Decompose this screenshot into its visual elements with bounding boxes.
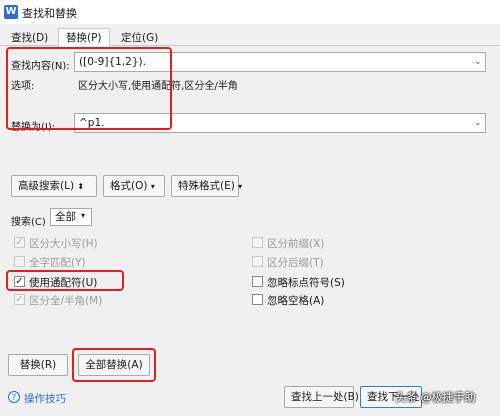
match-case-checkbox[interactable]: ✓ xyxy=(14,237,25,248)
prefix-label: 区分前缀(X) xyxy=(267,238,325,250)
chevron-down-icon[interactable]: ⌄ xyxy=(474,118,482,128)
tab-goto[interactable]: 定位(G) xyxy=(113,28,166,46)
help-icon[interactable]: ? xyxy=(8,391,20,403)
chevron-down-icon[interactable]: ⌄ xyxy=(474,57,482,67)
match-case-label: 区分大小写(H) xyxy=(29,238,98,250)
format-button[interactable]: 格式(O) ▾ xyxy=(103,175,165,197)
dropdown-triangle-icon: ▾ xyxy=(150,182,155,191)
format-label: 格式(O) xyxy=(110,180,148,192)
help-tips-link[interactable]: 操作技巧 xyxy=(24,391,66,406)
highlight-box xyxy=(6,47,172,130)
ignore-punctuation-checkbox[interactable] xyxy=(252,276,263,287)
wps-writer-icon: W xyxy=(4,5,18,19)
highlight-box xyxy=(6,270,124,291)
window-title: 查找和替换 xyxy=(22,7,77,20)
suffix-checkbox[interactable] xyxy=(252,256,263,267)
ignore-space-label: 忽略空格(A) xyxy=(267,295,325,307)
replace-button[interactable]: 替换(R) xyxy=(8,354,68,376)
advanced-search-label: 高级搜索(L) xyxy=(18,180,75,192)
special-format-button[interactable]: 特殊格式(E) ▾ xyxy=(171,175,243,197)
prefix-checkbox[interactable] xyxy=(252,237,263,248)
tab-replace[interactable]: 替换(P) xyxy=(58,28,110,47)
suffix-label: 区分后缀(T) xyxy=(267,257,324,269)
search-scope-value: 全部 xyxy=(55,211,76,223)
highlight-box xyxy=(72,348,156,382)
advanced-search-button[interactable]: 高级搜索(L) ⬍ xyxy=(11,175,97,197)
tab-find[interactable]: 查找(D) xyxy=(3,28,56,46)
search-scope-label: 搜索(C) xyxy=(11,217,46,228)
expand-arrows-icon: ⬍ xyxy=(77,182,85,191)
dropdown-triangle-icon: ▾ xyxy=(81,211,86,220)
checkmark-icon: ✓ xyxy=(15,237,24,248)
search-scope-select[interactable]: 全部 ▾ xyxy=(50,208,92,226)
watermark: 头条 @极捷手助 xyxy=(395,391,476,404)
full-half-width-label: 区分全/半角(M) xyxy=(29,295,103,307)
whole-word-label: 全字匹配(Y) xyxy=(29,257,86,269)
checkmark-icon: ✓ xyxy=(15,294,24,305)
special-format-label: 特殊格式(E) xyxy=(178,180,235,192)
find-previous-button[interactable]: 查找上一处(B) xyxy=(284,386,359,408)
full-half-width-checkbox[interactable]: ✓ xyxy=(14,294,25,305)
whole-word-checkbox[interactable] xyxy=(14,256,25,267)
ignore-space-checkbox[interactable] xyxy=(252,294,263,305)
dropdown-triangle-icon: ▾ xyxy=(238,182,243,191)
ignore-punctuation-label: 忽略标点符号(S) xyxy=(267,277,345,289)
